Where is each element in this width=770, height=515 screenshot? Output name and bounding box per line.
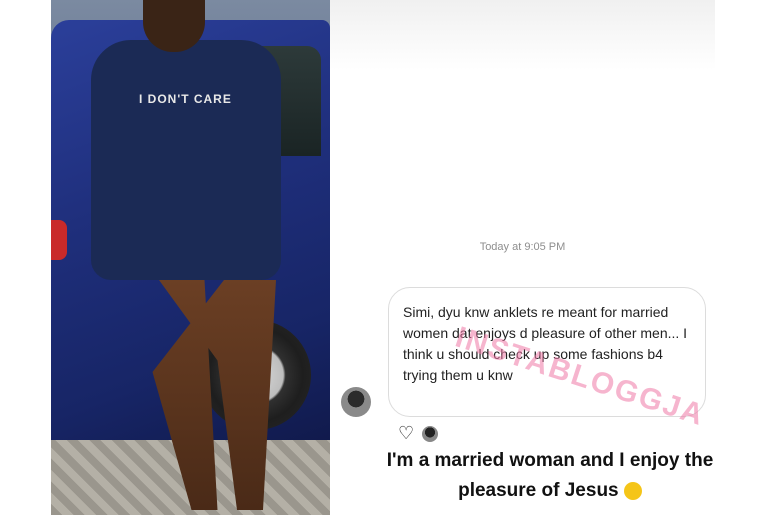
reply-text: I'm a married woman and I enjoy the plea…: [386, 450, 714, 501]
sender-avatar[interactable]: [341, 387, 371, 417]
car-tail-light: [51, 220, 67, 260]
message-timestamp: Today at 9:05 PM: [479, 241, 566, 253]
reply-caption: I'm a married woman and I enjoy the plea…: [385, 446, 715, 506]
story-photo: I DON'T CARE: [51, 0, 330, 515]
thread-header-fade: [330, 0, 715, 70]
heart-icon[interactable]: ♡: [398, 424, 418, 444]
direct-message-thread: Today at 9:05 PM Simi, dyu knw anklets r…: [330, 0, 715, 515]
shirt-print-text: I DON'T CARE: [139, 92, 232, 106]
smile-emoji-icon: [623, 481, 642, 500]
reactor-avatar: [422, 426, 438, 442]
person-shirt: [91, 40, 281, 280]
